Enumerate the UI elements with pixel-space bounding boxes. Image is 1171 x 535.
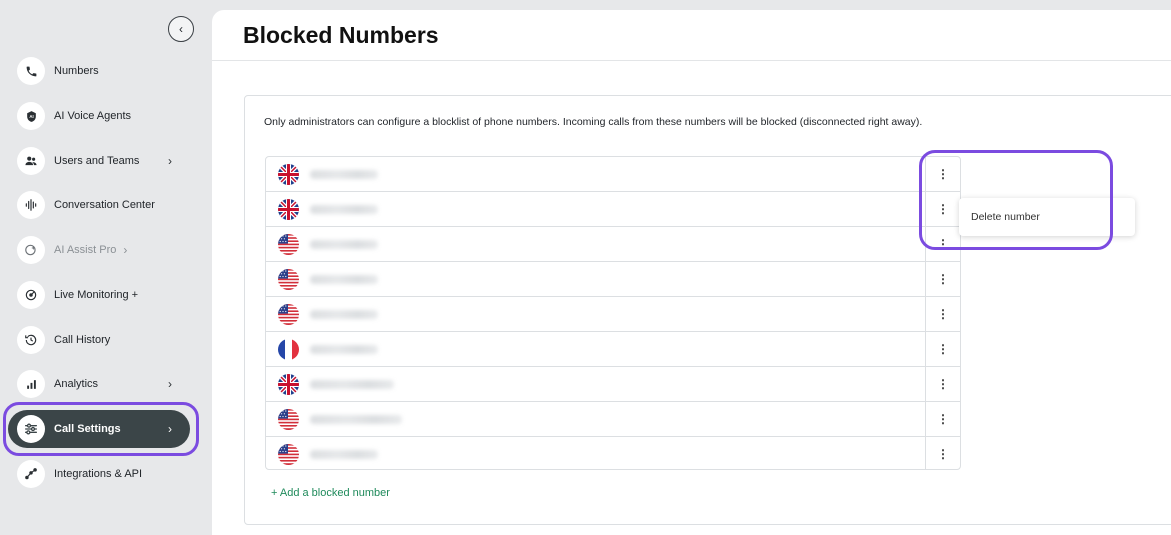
- row-menu-button[interactable]: ⋮: [925, 402, 960, 436]
- waveform-icon: [17, 191, 45, 219]
- table-row: ⋮: [266, 157, 960, 192]
- users-icon: [17, 147, 45, 175]
- main-content: Blocked Numbers Only administrators can …: [212, 10, 1171, 535]
- kebab-menu-icon: ⋮: [937, 412, 949, 426]
- table-row: ⋮: [266, 227, 960, 262]
- sidebar-item-label: AI Voice Agents: [54, 110, 132, 122]
- highlight-row-menu: [919, 150, 1113, 250]
- kebab-menu-icon: ⋮: [937, 342, 949, 356]
- sidebar-item-label: AI Assist Pro: [54, 244, 117, 256]
- chevron-right-icon: ›: [168, 154, 172, 168]
- flag-uk-icon: [278, 374, 299, 395]
- sidebar-item-integrations-api[interactable]: Integrations & API: [8, 455, 190, 493]
- chevron-right-icon: ›: [168, 377, 172, 391]
- bar-chart-icon: [17, 370, 45, 398]
- blocklist-description: Only administrators can configure a bloc…: [264, 116, 923, 128]
- sidebar-item-call-history[interactable]: Call History: [8, 321, 190, 359]
- sidebar-item-label: Users and Teams: [54, 155, 140, 167]
- svg-text:AI: AI: [29, 114, 33, 119]
- table-row: ⋮: [266, 437, 960, 469]
- blurred-phone-number: [310, 415, 402, 424]
- page-header: Blocked Numbers: [212, 10, 1171, 61]
- integrations-icon: [17, 460, 45, 488]
- blurred-phone-number: [310, 345, 378, 354]
- add-blocked-number-link[interactable]: + Add a blocked number: [271, 487, 390, 499]
- blurred-phone-number: [310, 275, 378, 284]
- chevron-left-icon: ‹: [179, 22, 183, 36]
- blurred-phone-number: [310, 450, 378, 459]
- blurred-phone-number: [310, 240, 378, 249]
- flag-us-icon: [278, 304, 299, 325]
- sidebar-item-ai-assist-pro[interactable]: AI Assist Pro ›: [8, 231, 190, 269]
- flag-us-icon: [278, 234, 299, 255]
- flag-us-icon: [278, 444, 299, 465]
- sidebar-item-label: Live Monitoring +: [54, 289, 139, 301]
- flag-us-icon: [278, 269, 299, 290]
- row-menu-button[interactable]: ⋮: [925, 332, 960, 366]
- blurred-phone-number: [310, 170, 378, 179]
- sidebar-item-label: Analytics: [54, 378, 99, 390]
- blurred-phone-number: [310, 310, 378, 319]
- blurred-phone-number: [310, 380, 394, 389]
- highlight-call-settings: [3, 402, 199, 456]
- kebab-menu-icon: ⋮: [937, 307, 949, 321]
- row-menu-button[interactable]: ⋮: [925, 297, 960, 331]
- flag-uk-icon: [278, 199, 299, 220]
- page-title: Blocked Numbers: [243, 22, 439, 48]
- row-menu-button[interactable]: ⋮: [925, 367, 960, 401]
- sparkle-icon: [17, 236, 45, 264]
- sidebar-item-label: Call History: [54, 334, 111, 346]
- history-icon: [17, 326, 45, 354]
- sidebar-item-conversation-center[interactable]: Conversation Center: [8, 186, 190, 224]
- sidebar-item-label: Conversation Center: [54, 199, 155, 211]
- table-row: ⋮: [266, 262, 960, 297]
- row-menu-button[interactable]: ⋮: [925, 437, 960, 469]
- collapse-sidebar-button[interactable]: ‹: [168, 16, 194, 42]
- table-row: ⋮: [266, 402, 960, 437]
- sidebar-item-label: Integrations & API: [54, 468, 143, 480]
- blurred-phone-number: [310, 205, 378, 214]
- chevron-right-icon: ›: [123, 243, 128, 257]
- phone-icon: [17, 57, 45, 85]
- sidebar-item-live-monitoring[interactable]: Live Monitoring +: [8, 276, 190, 314]
- row-menu-button[interactable]: ⋮: [925, 262, 960, 296]
- kebab-menu-icon: ⋮: [937, 272, 949, 286]
- table-row: ⋮: [266, 297, 960, 332]
- flag-fr-icon: [278, 339, 299, 360]
- sidebar: ‹ Numbers AI AI Voice Agents Users and Team…: [0, 0, 212, 535]
- kebab-menu-icon: ⋮: [937, 377, 949, 391]
- sidebar-item-numbers[interactable]: Numbers: [8, 52, 190, 90]
- table-row: ⋮: [266, 192, 960, 227]
- kebab-menu-icon: ⋮: [937, 447, 949, 461]
- sidebar-item-ai-voice-agents[interactable]: AI AI Voice Agents: [8, 97, 190, 135]
- sidebar-item-users-and-teams[interactable]: Users and Teams ›: [8, 142, 190, 180]
- ai-agent-icon: AI: [17, 102, 45, 130]
- flag-uk-icon: [278, 164, 299, 185]
- table-row: ⋮: [266, 367, 960, 402]
- sidebar-item-analytics[interactable]: Analytics ›: [8, 365, 190, 403]
- sidebar-item-label: Numbers: [54, 65, 99, 77]
- table-row: ⋮: [266, 332, 960, 367]
- blocked-numbers-table: ⋮ ⋮ ⋮ ⋮ ⋮ ⋮ ⋮ ⋮ ⋮: [265, 156, 961, 470]
- monitoring-icon: [17, 281, 45, 309]
- flag-us-icon: [278, 409, 299, 430]
